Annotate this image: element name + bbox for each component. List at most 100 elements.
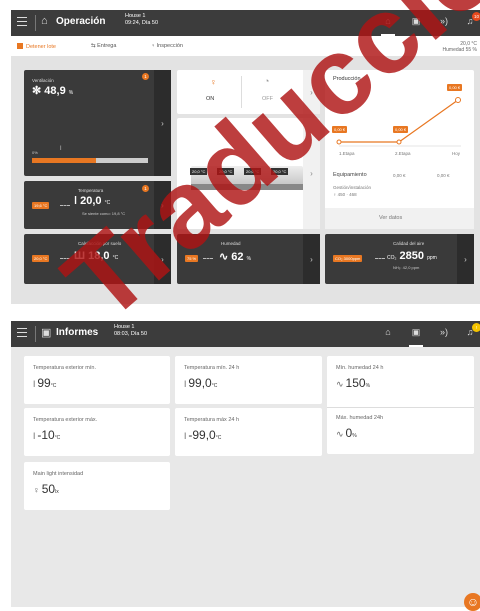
- chart-point: [336, 139, 342, 145]
- menu-icon[interactable]: [17, 328, 27, 337]
- thermometer-icon: ǀ: [184, 379, 187, 389]
- report-label: Temperatura exterior máx.: [33, 417, 98, 423]
- light-on-button[interactable]: ON: [206, 96, 214, 102]
- zones-card[interactable]: 20,0 °C 20,0 °C 20,0 °C 20,0 °C ›: [177, 118, 320, 229]
- timer-icon: ◔: [264, 76, 270, 86]
- temperature-label: Temperatura: [78, 188, 104, 193]
- divider: [327, 407, 474, 408]
- zone-temp: 20,0 °C: [271, 168, 289, 175]
- thermometer-icon: ǀ: [33, 379, 36, 389]
- setpoint-tag: 20,0 °C: [32, 255, 50, 262]
- bar-label: 0%: [32, 150, 38, 155]
- heating-value: Ш 18,0 °C: [74, 250, 119, 262]
- air-quality-card[interactable]: Calidad del aire CO₂ 3000ppm CO₂ 2850 pp…: [325, 234, 474, 284]
- house-floor: [191, 184, 303, 190]
- chevron-right-icon[interactable]: ›: [154, 234, 171, 284]
- divider: [35, 15, 36, 31]
- nh3-value: NH₃: 42,0 ppm: [393, 265, 420, 270]
- report-value: ∿ 0%: [336, 426, 357, 440]
- air-quality-label: Calidad del aire: [393, 241, 425, 246]
- humidity-icon: ∿: [336, 379, 344, 389]
- report-value: ǀ 99°C: [33, 376, 57, 390]
- humidity-icon: ∿: [336, 429, 344, 439]
- wireless-icon[interactable]: »): [437, 16, 451, 26]
- report-value: ǀ -10°C: [33, 428, 61, 442]
- home-nav-icon[interactable]: ⌂: [381, 16, 395, 36]
- bulb-on-icon: ♀: [210, 77, 217, 87]
- report-card[interactable]: Temperatura mín. 24 h ǀ 99,0°C: [175, 356, 322, 404]
- dash-line: [375, 258, 385, 259]
- felt-temperature: Se siente como: 19,8 °C: [82, 211, 126, 216]
- zone-temp: 20,0 °C: [217, 168, 235, 175]
- chevron-right-icon[interactable]: ›: [154, 181, 171, 229]
- report-card[interactable]: Temperatura exterior máx. ǀ -10°C: [24, 408, 170, 456]
- report-card[interactable]: Temperatura exterior mín. ǀ 99°C: [24, 356, 170, 404]
- delivery-button[interactable]: ⇆ Entrega: [91, 43, 116, 49]
- chevron-right-icon[interactable]: ›: [457, 234, 474, 284]
- row2-value: ♀ 450 · 468: [333, 192, 357, 197]
- report-card[interactable]: Temperatura máx 24 h ǀ -99,0°C: [175, 408, 322, 456]
- thermometer-icon: ǀ: [60, 146, 62, 152]
- humidity-value: ∿ 62 %: [219, 251, 252, 263]
- row1-label: Equipamiento: [333, 172, 367, 178]
- bulb-icon: ♀: [33, 485, 40, 495]
- report-card[interactable]: Mín. humedad 24 h ∿ 150% Máx. humedad 24h…: [327, 356, 474, 454]
- setpoint-tag: CO₂ 3000ppm: [333, 255, 363, 262]
- toolbar: Detener lote ⇆ Entrega ♀ Inspección 20,0…: [11, 40, 480, 54]
- point-label: 0,00 €: [332, 126, 348, 133]
- humidity-card[interactable]: Humedad 75 % ∿ 62 % ›: [177, 234, 320, 284]
- chart-point: [455, 97, 461, 103]
- report-value: ǀ 99,0°C: [184, 376, 218, 390]
- alarm-badge: 1: [142, 185, 149, 192]
- x-label: 1.Etapa: [339, 151, 355, 156]
- inspection-button[interactable]: ♀ Inspección: [151, 43, 183, 49]
- row1-value: 0,00 €: [437, 173, 450, 178]
- stop-batch-button[interactable]: Detener lote: [17, 43, 56, 50]
- chevron-right-icon[interactable]: ›: [303, 70, 320, 114]
- production-chart: [336, 97, 461, 147]
- temperature-card[interactable]: Temperatura 1 19,6 °C ǀ 20,0 °C Se sient…: [24, 181, 171, 229]
- home-icon: ⌂: [41, 15, 48, 27]
- x-label: Hoy: [452, 151, 461, 156]
- chevron-right-icon[interactable]: ›: [303, 118, 320, 229]
- report-value: ∿ 150%: [336, 376, 371, 390]
- zone-temp: 20,0 °C: [244, 168, 262, 175]
- top-bar-reports: ▣ Informes House 1 08:03, Día 50 ⌂ ▣ ») ♫…: [11, 321, 480, 347]
- page-title: Operación: [56, 16, 106, 27]
- ventilation-bar-fill: [32, 158, 96, 163]
- divider: [35, 326, 36, 342]
- point-label: 0,00 €: [393, 126, 409, 133]
- report-label: Mín. humedad 24 h: [336, 365, 384, 371]
- dash-line: [60, 205, 70, 206]
- zone-temp: 20,0 °C: [190, 168, 208, 175]
- ventilation-label: Ventilación: [32, 78, 54, 83]
- chevron-right-icon[interactable]: ›: [154, 70, 171, 176]
- floor-heating-card[interactable]: Calefacción por suelo 20,0 °C Ш 18,0 °C …: [24, 234, 171, 284]
- light-card: ♀ ON ◔ OFF ›: [177, 70, 320, 114]
- ventilation-value: ✼ 48,9 %: [32, 85, 74, 97]
- view-data-label: Ver datos: [379, 215, 403, 221]
- chevron-right-icon[interactable]: ›: [303, 234, 320, 284]
- stop-icon: [17, 43, 23, 49]
- dash-line: [203, 258, 213, 259]
- view-data-button[interactable]: Ver datos: [325, 208, 474, 229]
- wireless-icon[interactable]: »): [437, 327, 451, 337]
- ventilation-bar: [32, 158, 148, 163]
- x-label: 2.Etapa: [395, 151, 411, 156]
- production-title: Producción: [333, 76, 361, 82]
- menu-icon[interactable]: [17, 17, 27, 26]
- light-off-button[interactable]: OFF: [262, 96, 273, 102]
- reports-nav-icon[interactable]: ▣: [409, 327, 423, 347]
- help-button[interactable]: ☺: [464, 593, 480, 611]
- page-title: Informes: [56, 327, 99, 338]
- divider: [241, 76, 242, 108]
- setpoint-tag: 19,6 °C: [32, 202, 50, 209]
- reports-icon: ▣: [41, 327, 52, 339]
- report-card[interactable]: Main light intensidad ♀ 50lx: [24, 462, 170, 510]
- reports-icon[interactable]: ▣: [409, 16, 423, 27]
- ventilation-card[interactable]: Ventilación ✼ 48,9 % 1 0% ǀ ›: [24, 70, 171, 176]
- chart-point: [396, 139, 402, 145]
- production-card[interactable]: Producción 0,00 € 0,00 € 0,00 € 1.Etapa …: [325, 70, 474, 229]
- report-label: Máx. humedad 24h: [336, 415, 384, 421]
- home-nav-icon[interactable]: ⌂: [381, 327, 395, 337]
